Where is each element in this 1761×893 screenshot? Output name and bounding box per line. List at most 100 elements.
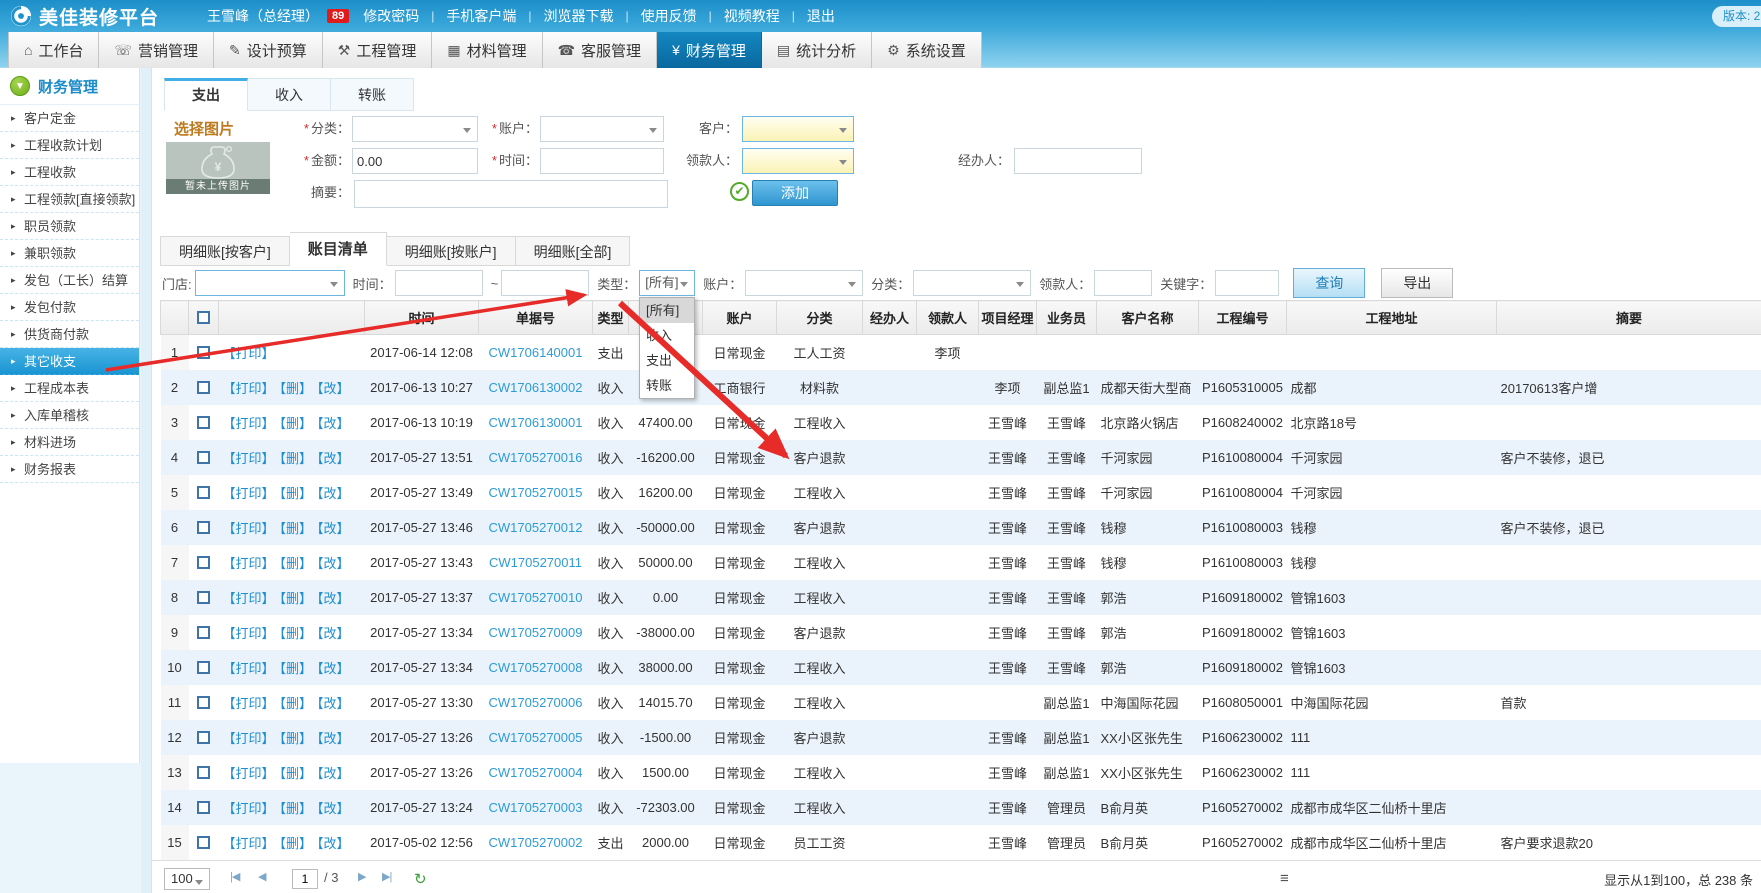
type-option[interactable]: 转账 (640, 373, 694, 398)
row-action-link[interactable]: 【改】 (317, 696, 350, 711)
doc-number-link[interactable]: CW1705270002 (489, 835, 583, 850)
image-picker-title[interactable]: 选择图片 (174, 118, 234, 139)
row-action-link[interactable]: 【打印】 (223, 626, 275, 641)
row-action-link[interactable]: 【删】 (280, 661, 313, 676)
sidebar-header[interactable]: ▼ 财务管理 (0, 68, 139, 105)
doc-number-link[interactable]: CW1705270004 (489, 765, 583, 780)
topbar-menu-item[interactable]: 退出 (807, 6, 835, 26)
row-action-link[interactable]: 【改】 (317, 836, 350, 851)
row-checkbox[interactable] (197, 486, 210, 499)
nav-tab-营销管理[interactable]: ☏营销管理 (99, 32, 214, 68)
ledger-tab[interactable]: 明细账[按客户] (160, 236, 290, 266)
customer-select[interactable] (742, 116, 854, 142)
row-action-link[interactable]: 【打印】 (223, 766, 275, 781)
row-action-link[interactable]: 【删】 (280, 451, 313, 466)
agent-input[interactable] (1014, 148, 1142, 174)
doc-number-link[interactable]: CW1705270006 (489, 695, 583, 710)
doc-number-link[interactable]: CW1705270003 (489, 800, 583, 815)
prev-page-icon[interactable]: ◀ (258, 870, 265, 883)
sidebar-item[interactable]: ▸工程收款 (0, 159, 139, 186)
row-action-link[interactable]: 【删】 (280, 801, 313, 816)
sidebar-item[interactable]: ▸供货商付款 (0, 321, 139, 348)
list-options-icon[interactable]: ≡ (1280, 870, 1289, 887)
doc-number-link[interactable]: CW1705270009 (489, 625, 583, 640)
row-action-link[interactable]: 【删】 (280, 591, 313, 606)
type-option[interactable]: [所有] (640, 298, 694, 323)
time-to-input[interactable] (501, 270, 589, 296)
row-action-link[interactable]: 【打印】 (223, 521, 275, 536)
row-action-link[interactable]: 【打印】 (223, 486, 275, 501)
row-action-link[interactable]: 【改】 (317, 661, 350, 676)
topbar-menu-item[interactable]: 使用反馈 (641, 6, 697, 26)
row-checkbox[interactable] (197, 801, 210, 814)
doc-number-link[interactable]: CW1706130002 (489, 380, 583, 395)
sidebar-item[interactable]: ▸发包（工长）结算 (0, 267, 139, 294)
summary-input[interactable] (354, 180, 668, 208)
row-action-link[interactable]: 【改】 (317, 521, 350, 536)
topbar-menu-item[interactable]: 手机客户端 (446, 6, 516, 26)
topbar-menu-item[interactable]: 浏览器下载 (544, 6, 614, 26)
page-input[interactable] (292, 869, 318, 889)
row-action-link[interactable]: 【改】 (317, 626, 350, 641)
nav-tab-工程管理[interactable]: ⚒工程管理 (323, 32, 433, 68)
nav-tab-工作台[interactable]: ⌂工作台 (8, 32, 99, 68)
sidebar-item[interactable]: ▸工程收款计划 (0, 132, 139, 159)
row-checkbox[interactable] (197, 521, 210, 534)
nav-tab-统计分析[interactable]: ▤统计分析 (762, 32, 872, 68)
form-tab-收入[interactable]: 收入 (248, 78, 331, 111)
sidebar-item[interactable]: ▸工程成本表 (0, 375, 139, 402)
doc-number-link[interactable]: CW1705270012 (489, 520, 583, 535)
select-all-checkbox[interactable] (197, 311, 210, 324)
type-filter-select[interactable]: [所有] (639, 270, 695, 296)
nav-tab-财务管理[interactable]: ¥财务管理 (657, 32, 762, 68)
category-filter-select[interactable] (913, 270, 1031, 296)
page-size-select[interactable]: 100 (164, 868, 210, 890)
row-action-link[interactable]: 【删】 (280, 486, 313, 501)
current-user[interactable]: 王雪峰（总经理） (207, 6, 319, 26)
next-page-icon[interactable]: ▶ (358, 870, 365, 883)
row-action-link[interactable]: 【打印】 (223, 661, 275, 676)
row-checkbox[interactable] (197, 556, 210, 569)
amount-input[interactable] (352, 148, 478, 174)
row-checkbox[interactable] (197, 731, 210, 744)
first-page-icon[interactable]: |◀ (230, 870, 239, 883)
sidebar-item[interactable]: ▸财务报表 (0, 456, 139, 483)
row-checkbox[interactable] (197, 451, 210, 464)
sidebar-item[interactable]: ▸入库单稽核 (0, 402, 139, 429)
row-action-link[interactable]: 【改】 (317, 766, 350, 781)
payee-filter-input[interactable] (1094, 270, 1152, 296)
row-action-link[interactable]: 【打印】 (223, 836, 275, 851)
category-select[interactable] (352, 116, 478, 142)
row-action-link[interactable]: 【打印】 (223, 556, 275, 571)
row-checkbox[interactable] (197, 661, 210, 674)
ledger-tab[interactable]: 明细账[全部] (516, 236, 631, 266)
doc-number-link[interactable]: CW1705270015 (489, 485, 583, 500)
sidebar-item[interactable]: ▸其它收支 (0, 348, 139, 375)
row-action-link[interactable]: 【删】 (280, 696, 313, 711)
add-button[interactable]: 添加 (752, 180, 838, 206)
type-option[interactable]: 支出 (640, 348, 694, 373)
payee-select[interactable] (742, 148, 854, 174)
keyword-filter-input[interactable] (1215, 270, 1279, 296)
row-action-link[interactable]: 【删】 (280, 416, 313, 431)
doc-number-link[interactable]: CW1706130001 (489, 415, 583, 430)
image-placeholder[interactable]: ¥ 暂未上传图片 (166, 142, 270, 194)
row-action-link[interactable]: 【删】 (280, 626, 313, 641)
row-action-link[interactable]: 【改】 (317, 731, 350, 746)
row-checkbox[interactable] (197, 696, 210, 709)
nav-tab-系统设置[interactable]: ⚙系统设置 (872, 32, 982, 68)
row-action-link[interactable]: 【改】 (317, 381, 350, 396)
doc-number-link[interactable]: CW1706140001 (489, 345, 583, 360)
form-tab-支出[interactable]: 支出 (164, 78, 248, 111)
row-action-link[interactable]: 【改】 (317, 416, 350, 431)
form-tab-转账[interactable]: 转账 (331, 78, 414, 111)
row-checkbox[interactable] (197, 346, 210, 359)
time-from-input[interactable] (395, 270, 483, 296)
row-action-link[interactable]: 【删】 (280, 521, 313, 536)
row-action-link[interactable]: 【打印】 (223, 591, 275, 606)
doc-number-link[interactable]: CW1705270011 (489, 555, 582, 570)
doc-number-link[interactable]: CW1705270010 (489, 590, 583, 605)
sidebar-item[interactable]: ▸工程领款[直接领款] (0, 186, 139, 213)
row-action-link[interactable]: 【删】 (280, 766, 313, 781)
row-action-link[interactable]: 【改】 (317, 801, 350, 816)
